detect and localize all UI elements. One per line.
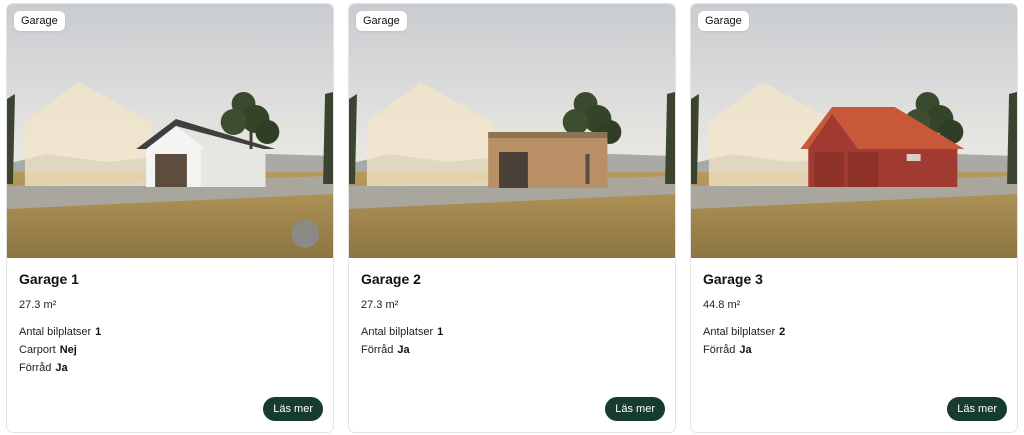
- read-more-button[interactable]: Läs mer: [263, 397, 323, 421]
- read-more-button[interactable]: Läs mer: [605, 397, 665, 421]
- category-badge: Garage: [698, 11, 749, 31]
- category-badge: Garage: [356, 11, 407, 31]
- property-parking-spaces: Antal bilplatser 2: [703, 326, 786, 338]
- property-storage: Förråd Ja: [703, 344, 752, 356]
- property-carport: Carport Nej: [19, 344, 77, 356]
- property-parking-spaces: Antal bilplatser 1: [361, 326, 444, 338]
- garage-title: Garage 2: [361, 271, 421, 287]
- garage-image[interactable]: Garage: [349, 4, 675, 258]
- garage-area: 27.3 m²: [19, 299, 57, 311]
- garage-card-grid: Garage Garage 1 27.3 m² Antal bilplatser…: [0, 0, 1024, 435]
- garage-card[interactable]: Garage Garage 2 27.3 m² Antal bilplatser…: [348, 3, 676, 433]
- garage-area: 44.8 m²: [703, 299, 741, 311]
- garage-card[interactable]: Garage Garage 1 27.3 m² Antal bilplatser…: [6, 3, 334, 433]
- property-storage: Förråd Ja: [19, 362, 68, 374]
- property-parking-spaces: Antal bilplatser 1: [19, 326, 102, 338]
- garage-image[interactable]: Garage: [7, 4, 333, 258]
- garage-title: Garage 3: [703, 271, 763, 287]
- read-more-button[interactable]: Läs mer: [947, 397, 1007, 421]
- property-storage: Förråd Ja: [361, 344, 410, 356]
- category-badge: Garage: [14, 11, 65, 31]
- garage-image[interactable]: Garage: [691, 4, 1017, 258]
- garage-card[interactable]: Garage Garage 3 44.8 m² Antal bilplatser…: [690, 3, 1018, 433]
- garage-title: Garage 1: [19, 271, 79, 287]
- garage-area: 27.3 m²: [361, 299, 399, 311]
